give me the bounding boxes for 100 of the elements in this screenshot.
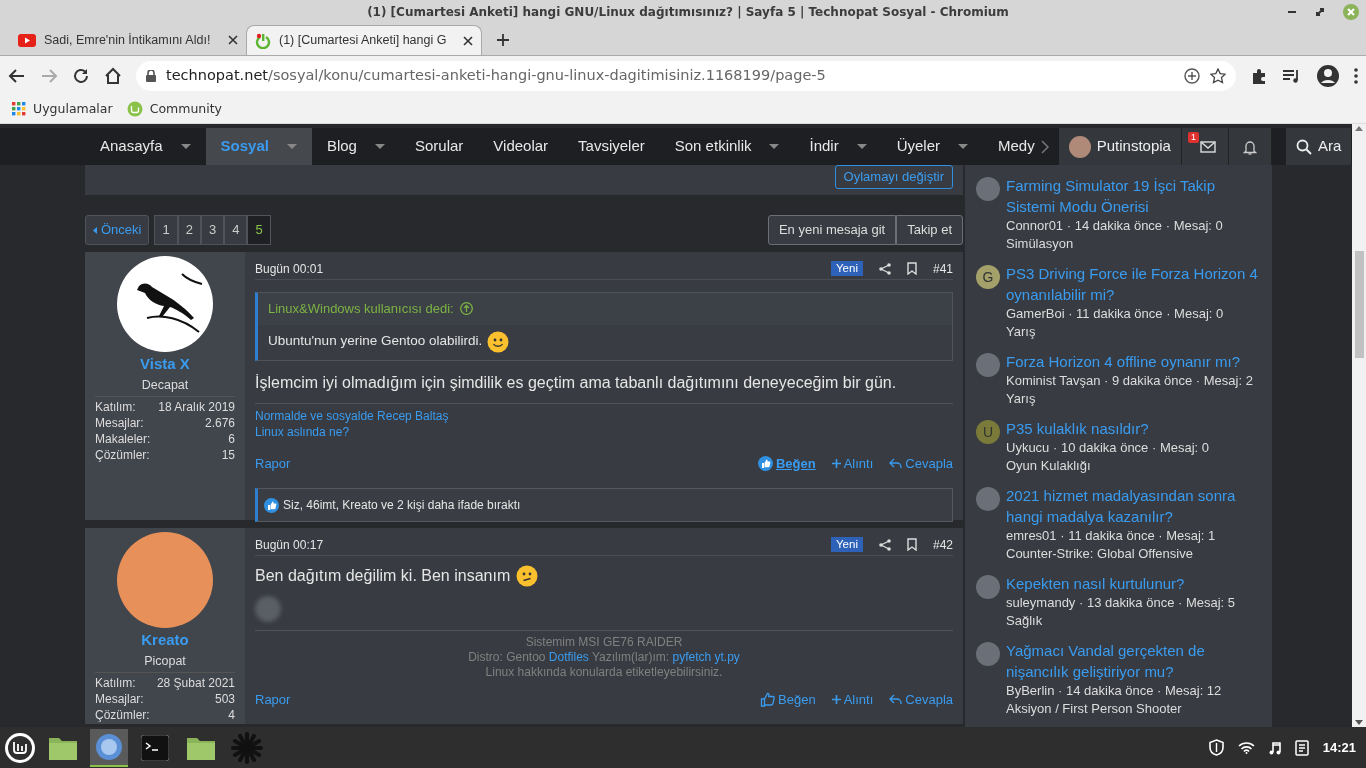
mint-menu-icon[interactable] xyxy=(4,731,36,764)
share-icon[interactable] xyxy=(878,538,891,551)
page-button[interactable]: 2 xyxy=(177,215,201,245)
browser-tab[interactable]: (1) [Cumartesi Anketi] hangi G xyxy=(246,25,482,55)
thread-title[interactable]: Yağmacı Vandal gerçekten de nişancılık geliştiriyor mu? xyxy=(1006,640,1262,682)
restore-icon[interactable] xyxy=(1314,6,1326,18)
scroll-up-icon[interactable] xyxy=(1355,126,1363,131)
wifi-icon[interactable] xyxy=(1237,741,1255,754)
nav-tab[interactable]: Tavsiyeler xyxy=(563,128,660,165)
forum-name[interactable]: Oyun Kulaklığı xyxy=(1006,457,1210,475)
caret-icon[interactable] xyxy=(958,144,969,149)
search-button[interactable]: Ara xyxy=(1285,128,1352,165)
puzzle-icon[interactable] xyxy=(1250,66,1268,85)
nav-tab[interactable]: Blog xyxy=(311,128,400,165)
share-icon[interactable] xyxy=(878,262,891,275)
add-icon[interactable] xyxy=(1184,67,1200,84)
menu-icon[interactable] xyxy=(1354,67,1358,84)
stat-label: Mesajlar: xyxy=(95,415,144,432)
signature-link[interactable]: Dotfiles xyxy=(548,650,589,664)
reload-icon[interactable] xyxy=(72,66,90,85)
star-icon[interactable] xyxy=(1210,67,1226,84)
clock[interactable]: 14:21 xyxy=(1322,737,1356,758)
caret-icon[interactable] xyxy=(374,144,385,149)
music-note-icon[interactable] xyxy=(1268,740,1281,755)
post-number[interactable]: #41 xyxy=(932,259,953,278)
previous-page-button[interactable]: Önceki xyxy=(85,215,150,245)
nav-tab[interactable]: İndir xyxy=(794,128,882,165)
page-button[interactable]: 5 xyxy=(247,215,271,245)
thread-title[interactable]: Kepekten nasıl kurtulunur? xyxy=(1006,573,1236,594)
forum-name[interactable]: Yarış xyxy=(1006,323,1262,341)
scroll-down-icon[interactable] xyxy=(1355,720,1363,725)
thread-title[interactable]: Forza Horizon 4 offline oynanır mı? xyxy=(1006,351,1253,372)
caret-icon[interactable] xyxy=(769,144,780,149)
signature-link[interactable]: yt.py xyxy=(714,650,740,664)
latest-post-button[interactable]: En yeni mesaja git xyxy=(767,215,897,245)
back-icon[interactable] xyxy=(8,66,26,85)
like-button[interactable]: Beğen xyxy=(760,690,816,710)
signature-link[interactable]: Linux aslında ne? xyxy=(255,424,350,439)
nav-tab[interactable]: Videolar xyxy=(478,128,564,165)
thread-title[interactable]: Farming Simulator 19 İşci Takip Sistemi Modu Önerisi xyxy=(1006,175,1262,217)
shield-icon[interactable] xyxy=(1208,739,1224,756)
scrollbar[interactable] xyxy=(1352,124,1366,727)
jump-up-icon[interactable] xyxy=(459,302,473,316)
like-button[interactable]: Beğen xyxy=(757,453,816,473)
forum-name[interactable]: Simülasyon xyxy=(1006,235,1262,253)
post-text: İşlemcim iyi olmadığım için şimdilik es geçtim ama tabanlı dağıtımını deneyeceğim bir gün. xyxy=(255,372,897,393)
caret-icon[interactable] xyxy=(856,144,867,149)
profile-icon[interactable] xyxy=(1316,63,1340,88)
asterisk-icon xyxy=(231,731,263,764)
thread-title[interactable]: 2021 hizmet madalyasından sonra hangi madalya kazanılır? xyxy=(1006,485,1262,527)
quote-button[interactable]: Alıntı xyxy=(831,453,874,473)
avatar-placeholder xyxy=(976,177,1000,201)
apps-grid-icon xyxy=(12,102,26,116)
avatar-placeholder xyxy=(976,575,1000,599)
reply-button[interactable]: Cevapla xyxy=(889,690,953,710)
bookmark[interactable]: Uygulamalar xyxy=(12,99,113,119)
stat-value: 2.676 xyxy=(204,415,235,432)
forum-name[interactable]: Yarış xyxy=(1006,390,1253,408)
thread-title[interactable]: P35 kulaklık nasıldır? xyxy=(1006,418,1210,439)
clipboard-icon[interactable] xyxy=(1294,739,1309,756)
nav-tab[interactable]: Son etkinlik xyxy=(659,128,795,165)
nav-tab[interactable]: Anasayfa xyxy=(85,128,206,165)
reactions-link[interactable]: Siz, 46imt, Kreato ve 2 kişi daha ifade bıraktı xyxy=(283,496,521,514)
nav-tab[interactable]: Sorular xyxy=(399,128,479,165)
page-button[interactable]: 3 xyxy=(200,215,225,245)
close-icon[interactable] xyxy=(228,35,238,45)
scrollbar-thumb[interactable] xyxy=(1354,251,1364,358)
bookmark-icon[interactable] xyxy=(906,538,917,551)
forum-name[interactable]: Aksiyon / First Person Shooter xyxy=(1006,700,1262,718)
bookmark-icon[interactable] xyxy=(906,262,917,275)
caret-icon[interactable] xyxy=(180,144,191,149)
signature-link[interactable]: Normalde ve sosyalde Recep Baltaş xyxy=(255,408,449,423)
browser-tab[interactable]: Sadi, Emre'nin İntikamını Aldı! xyxy=(10,25,246,55)
confused-emoji-icon xyxy=(516,565,539,587)
mint-logo-icon xyxy=(126,101,143,117)
bookmark[interactable]: Community xyxy=(126,99,222,119)
forum-name[interactable]: Counter-Strike: Global Offensive xyxy=(1006,545,1262,563)
nav-tab[interactable]: Üyeler xyxy=(881,128,984,165)
reply-button[interactable]: Cevapla xyxy=(889,453,953,473)
signature-link[interactable]: pyfetch xyxy=(672,650,712,664)
chevron-icon[interactable] xyxy=(1040,139,1049,154)
change-vote-button[interactable]: Oylamayı değiştir xyxy=(834,165,953,189)
follow-button[interactable]: Takip et xyxy=(896,215,963,245)
report-link[interactable]: Rapor xyxy=(255,453,291,473)
forum-name[interactable]: Sağlık xyxy=(1006,612,1236,630)
post-date[interactable]: Bugün 00:01 xyxy=(255,259,324,278)
caret-icon[interactable] xyxy=(286,144,297,149)
quote-author[interactable]: Linux&Windows kullanıcısı dedi: xyxy=(268,299,454,319)
nav-tab[interactable]: Medy xyxy=(983,128,1041,165)
post-date[interactable]: Bugün 00:17 xyxy=(255,535,324,554)
post-number[interactable]: #42 xyxy=(932,535,953,554)
home-icon[interactable] xyxy=(104,66,122,85)
quote-button[interactable]: Alıntı xyxy=(831,690,874,710)
report-link[interactable]: Rapor xyxy=(255,690,291,710)
close-icon[interactable] xyxy=(463,35,473,46)
page-button[interactable]: 4 xyxy=(224,215,248,245)
taskbar-app[interactable] xyxy=(90,728,128,767)
thread-title[interactable]: PS3 Driving Force ile Forza Horizon 4 oynanılabilir mi? xyxy=(1006,263,1262,305)
new-tab-icon[interactable] xyxy=(496,33,510,47)
page-button[interactable]: 1 xyxy=(154,215,178,245)
